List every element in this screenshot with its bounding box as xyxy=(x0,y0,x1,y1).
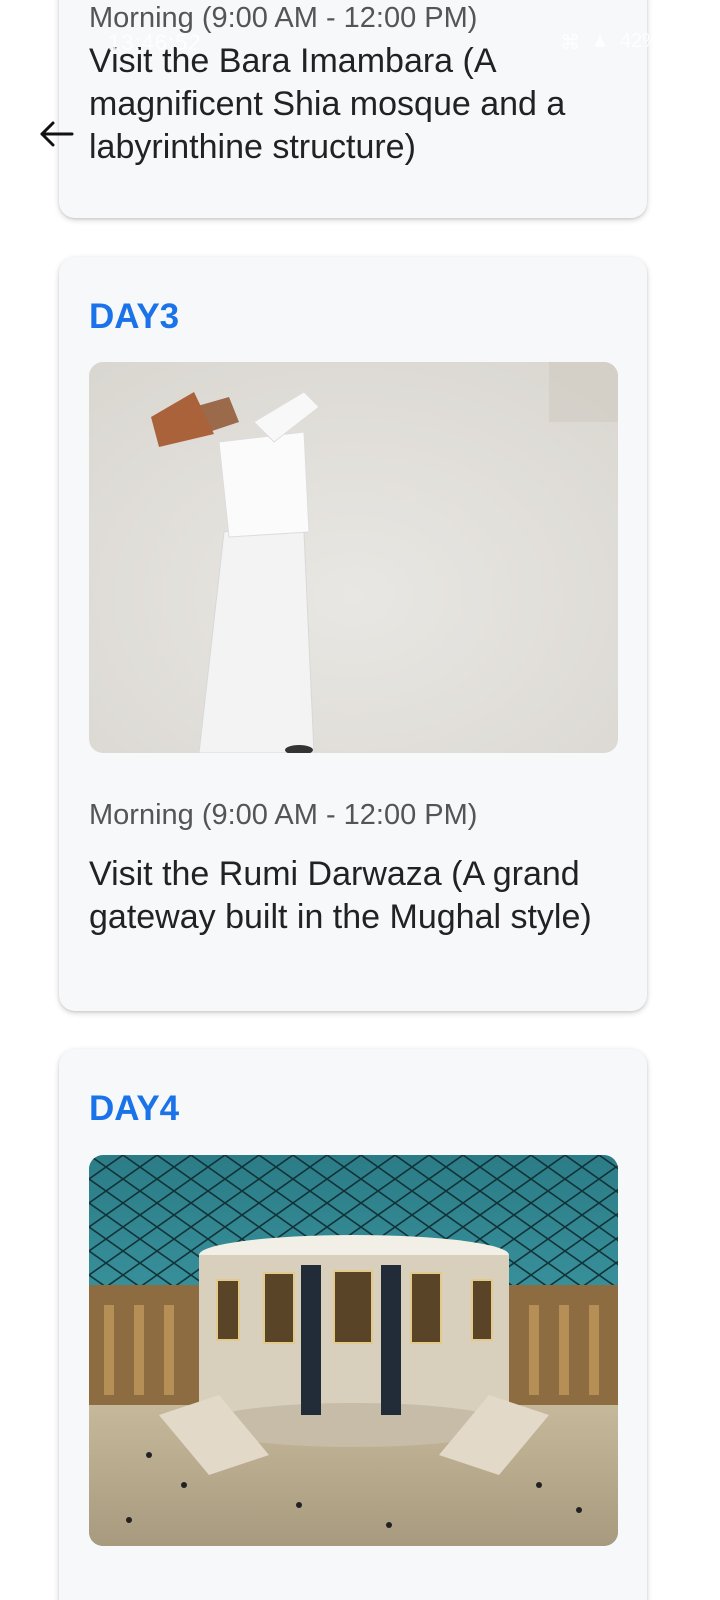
activity-description: Visit the Bara Imambara (A magnificent S… xyxy=(89,42,566,166)
itinerary-screen: 13:46:52 ⌘ ▲ 42% Morning (9:00 AM - 12:0… xyxy=(0,0,720,1600)
day-photo xyxy=(89,362,618,753)
back-button[interactable] xyxy=(34,112,78,156)
itinerary-card-day4: DAY4 xyxy=(59,1049,647,1600)
itinerary-card-day3: DAY3 Morning (9:00 AM - 12:00 PM) Visit … xyxy=(59,257,647,1011)
dervish-photo xyxy=(89,362,618,753)
museum-court-photo xyxy=(89,1155,618,1546)
activity-description: Visit the Rumi Darwaza (A grand gateway … xyxy=(89,855,592,936)
activity-time: Morning (9:00 AM - 12:00 PM) xyxy=(89,799,478,831)
day-title: DAY3 xyxy=(89,297,180,336)
day-title: DAY4 xyxy=(89,1089,180,1128)
itinerary-card-day2: Morning (9:00 AM - 12:00 PM) Visit the B… xyxy=(59,0,647,218)
day-photo xyxy=(89,1155,618,1546)
arrow-left-icon xyxy=(40,121,74,147)
activity-time: Morning (9:00 AM - 12:00 PM) xyxy=(89,2,478,34)
